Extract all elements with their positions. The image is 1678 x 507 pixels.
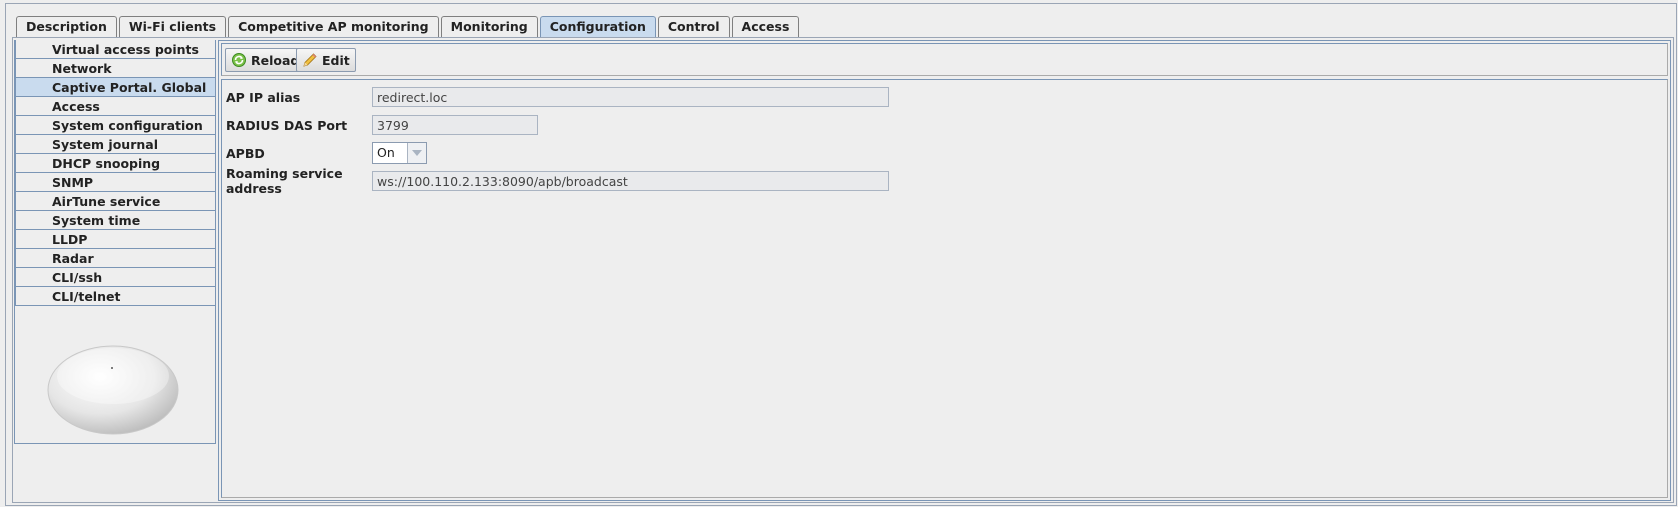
tab-control[interactable]: Control [657, 16, 730, 37]
sidebar-item-network[interactable]: Network [15, 59, 215, 78]
top-tabs: Description Wi-Fi clients Competitive AP… [16, 16, 801, 38]
radius-das-port-field[interactable]: 3799 [372, 115, 538, 135]
pencil-icon [303, 53, 317, 67]
radius-das-port-row: RADIUS DAS Port 3799 [226, 114, 538, 136]
apbd-row: APBD On [226, 142, 427, 164]
sidebar-item-snmp[interactable]: SNMP [15, 173, 215, 192]
sidebar-item-access[interactable]: Access [15, 97, 215, 116]
roaming-service-address-row: Roaming service address ws://100.110.2.1… [226, 166, 889, 196]
chevron-down-icon[interactable] [407, 143, 426, 163]
configuration-panel: Virtual access points Network Captive Po… [12, 37, 1674, 503]
radius-das-port-label: RADIUS DAS Port [226, 117, 348, 133]
refresh-icon [232, 53, 246, 67]
apbd-selected-value: On [377, 145, 395, 160]
tab-competitive-ap-monitoring[interactable]: Competitive AP monitoring [228, 16, 439, 37]
roaming-service-address-label: Roaming service address [226, 166, 343, 196]
config-sidebar: Virtual access points Network Captive Po… [14, 40, 216, 444]
edit-button[interactable]: Edit [296, 48, 356, 72]
apbd-label: APBD [226, 145, 265, 161]
edit-label: Edit [322, 52, 350, 68]
ap-ip-alias-field[interactable]: redirect.loc [372, 87, 889, 107]
apbd-select[interactable]: On [372, 142, 427, 164]
sidebar-item-airtune-service[interactable]: AirTune service [15, 192, 215, 211]
ap-ip-alias-label: AP IP alias [226, 89, 301, 105]
main-panel: Reload Edit AP IP alias redirect.loc RAD… [218, 40, 1671, 501]
sidebar-item-system-journal[interactable]: System journal [15, 135, 215, 154]
sidebar-item-system-time[interactable]: System time [15, 211, 215, 230]
sidebar-item-captive-portal-global[interactable]: Captive Portal. Global [15, 78, 215, 97]
tab-access[interactable]: Access [731, 16, 800, 37]
reload-label: Reload [251, 52, 300, 68]
tab-description[interactable]: Description [16, 16, 117, 37]
captive-portal-form: AP IP alias redirect.loc RADIUS DAS Port… [221, 79, 1668, 498]
sidebar-item-system-configuration[interactable]: System configuration [15, 116, 215, 135]
sidebar-item-dhcp-snooping[interactable]: DHCP snooping [15, 154, 215, 173]
sidebar-item-virtual-access-points[interactable]: Virtual access points [15, 40, 215, 59]
tab-monitoring[interactable]: Monitoring [440, 16, 538, 37]
access-point-device-image [47, 345, 179, 435]
sidebar-item-cli-telnet[interactable]: CLI/telnet [15, 287, 215, 306]
roaming-service-address-field[interactable]: ws://100.110.2.133:8090/apb/broadcast [372, 171, 889, 191]
toolbar: Reload Edit [221, 43, 1668, 76]
ap-ip-alias-row: AP IP alias redirect.loc [226, 86, 889, 108]
tab-configuration[interactable]: Configuration [539, 16, 656, 38]
sidebar-item-radar[interactable]: Radar [15, 249, 215, 268]
sidebar-item-cli-ssh[interactable]: CLI/ssh [15, 268, 215, 287]
tab-wifi-clients[interactable]: Wi-Fi clients [118, 16, 227, 37]
sidebar-item-lldp[interactable]: LLDP [15, 230, 215, 249]
reload-button[interactable]: Reload [225, 48, 306, 72]
